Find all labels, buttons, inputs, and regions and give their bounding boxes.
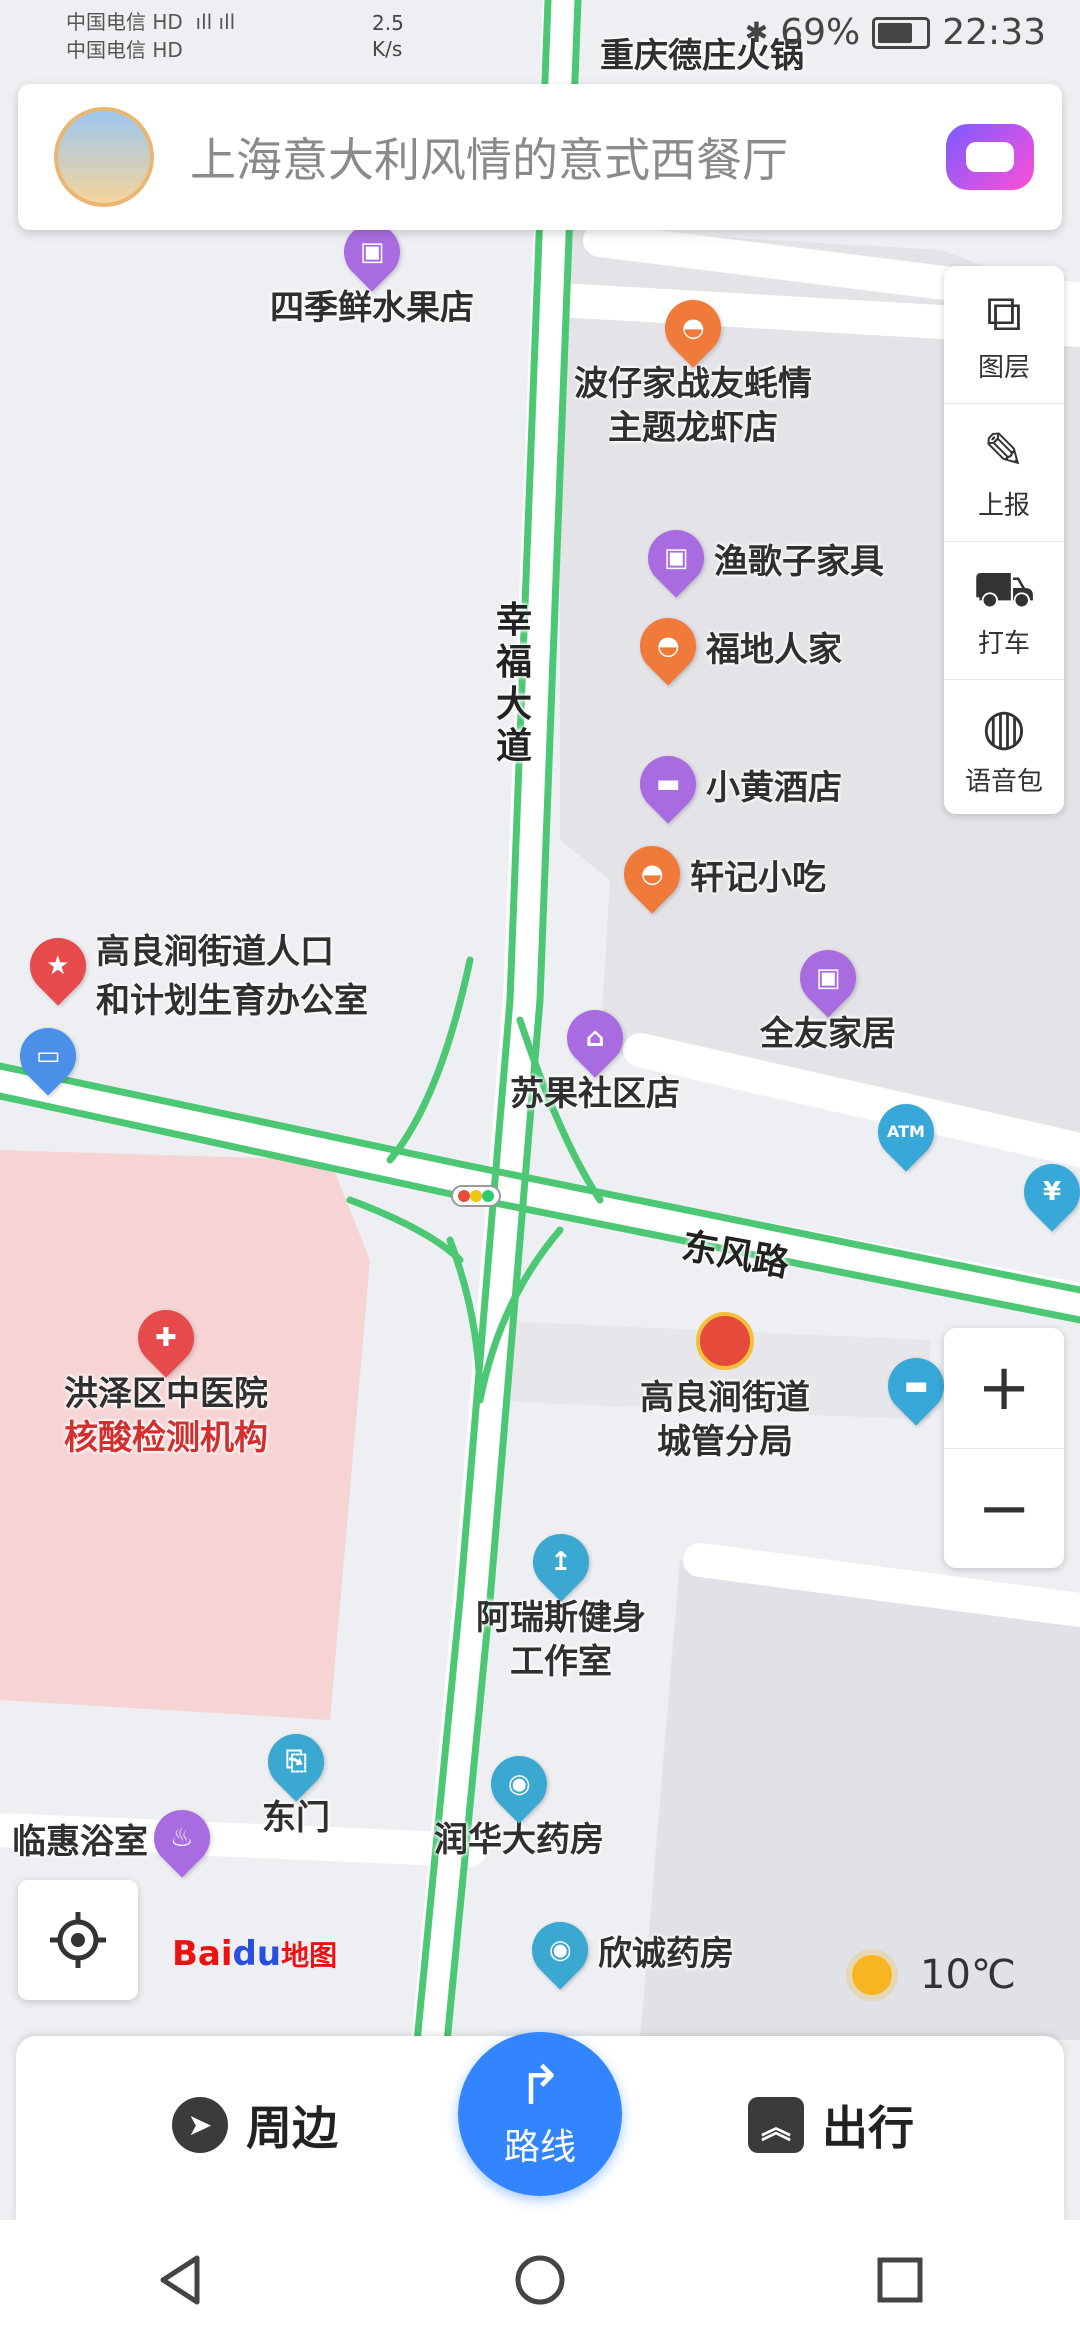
sun-icon <box>852 1955 892 1995</box>
voice-assistant-icon[interactable] <box>946 124 1034 190</box>
poi-xiaohuang-hotel[interactable]: ▬ 小黄酒店 <box>628 744 842 824</box>
poi-linhui-bath[interactable]: ♨ 临惠浴室 <box>12 1798 222 1878</box>
taxi-icon: ⛟ <box>972 560 1036 618</box>
gate-icon: ⎘ <box>256 1722 336 1802</box>
zoom-control: + − <box>944 1328 1064 1568</box>
taxi-button[interactable]: ⛟ 打车 <box>944 542 1064 680</box>
bowl-icon: ◓ <box>653 288 733 368</box>
poi-gym[interactable]: ↥ 阿瑞斯健身 工作室 <box>476 1522 646 1684</box>
report-button[interactable]: ✎ 上报 <box>944 404 1064 542</box>
net-speed: 2.5 K/s <box>372 11 404 61</box>
poi-gaoliang-office[interactable]: ★ 高良涧街道人口 和计划生育办公室 <box>18 924 368 1022</box>
bank-marker[interactable]: ¥ <box>1012 1152 1080 1232</box>
poi-xincheng-pharmacy[interactable]: ◉ 欣诚药房 <box>520 1910 734 1990</box>
map-tool-panel: ⧉ 图层 ✎ 上报 ⛟ 打车 ◍ 语音包 <box>944 266 1064 814</box>
avatar[interactable] <box>54 107 154 207</box>
bus-icon: ▭ <box>8 1016 88 1096</box>
bowl-icon: ◓ <box>612 834 692 914</box>
poi-suguo-store[interactable]: ⌂ 苏果社区店 <box>510 998 680 1116</box>
carrier-info: 中国电信 HD ıll ıll 中国电信 HD <box>66 10 236 62</box>
poi-hospital[interactable]: ✚ 洪泽区中医院 核酸检测机构 <box>64 1298 268 1460</box>
status-right: ✱ 69% 22:33 <box>745 12 1046 53</box>
zoom-out-button[interactable]: − <box>944 1449 1064 1569</box>
recents-square-icon <box>877 2257 923 2303</box>
travel-button[interactable]: ︽ 出行 <box>748 2092 914 2158</box>
poi-quanyou-home[interactable]: ▣ 全友家居 <box>760 938 896 1056</box>
medical-cross-icon: ✚ <box>126 1298 206 1378</box>
home-circle-icon <box>515 2255 565 2305</box>
status-bar: 中国电信 HD ıll ıll 中国电信 HD 2.5 K/s ✱ 69% 22… <box>0 0 1080 80</box>
poi-chengguan[interactable]: 高良涧街道 城管分局 <box>640 1312 810 1464</box>
weather-widget[interactable]: 10℃ <box>852 1952 1016 1998</box>
bowl-icon: ◓ <box>628 606 708 686</box>
poi-siji-fruit[interactable]: ▣ 四季鲜水果店 <box>270 212 474 330</box>
nearby-button[interactable]: ➤ 周边 <box>172 2092 338 2158</box>
compass-icon: ➤ <box>172 2097 228 2153</box>
locate-button[interactable] <box>18 1880 138 2000</box>
poi-xuanji-snack[interactable]: ◓ 轩记小吃 <box>612 834 826 914</box>
battery-percent: 69% <box>780 12 861 53</box>
clock: 22:33 <box>942 12 1046 53</box>
search-placeholder[interactable]: 上海意大利风情的意式西餐厅 <box>190 124 946 190</box>
gym-icon: ↥ <box>521 1522 601 1602</box>
bath-icon: ♨ <box>142 1798 222 1878</box>
emblem-icon <box>696 1312 754 1370</box>
poi-bozai-lobster[interactable]: ◓ 波仔家战友蚝情 主题龙虾店 <box>574 288 812 450</box>
pill-icon: ◉ <box>520 1910 600 1990</box>
crosshair-icon <box>50 1912 106 1968</box>
voice-wave-icon: ◍ <box>982 698 1026 756</box>
edit-icon: ✎ <box>983 422 1025 480</box>
atm-icon: ATM <box>866 1092 946 1172</box>
poi-fudi-restaurant[interactable]: ◓ 福地人家 <box>628 606 842 686</box>
battery-icon <box>872 16 931 49</box>
poi-yuge-furniture[interactable]: ▣ 渔歌子家具 <box>636 518 884 598</box>
atm-marker[interactable]: ATM <box>866 1092 946 1172</box>
basket-icon: ⌂ <box>555 998 635 1078</box>
search-bar[interactable]: 上海意大利风情的意式西餐厅 <box>18 84 1062 230</box>
temperature: 10℃ <box>920 1952 1016 1998</box>
pill-icon: ◉ <box>479 1744 559 1824</box>
shopping-bag-icon: ▣ <box>788 938 868 1018</box>
home-button[interactable] <box>500 2240 580 2320</box>
poi-runhua-pharmacy[interactable]: ◉ 润华大药房 <box>434 1744 604 1862</box>
system-nav-bar <box>0 2220 1080 2340</box>
back-triangle-icon <box>160 2255 200 2305</box>
route-button[interactable]: ↱ 路线 <box>458 2032 622 2196</box>
zoom-in-button[interactable]: + <box>944 1328 1064 1449</box>
bus-stop-marker[interactable]: ▭ <box>8 1016 88 1096</box>
bluetooth-icon: ✱ <box>744 16 769 49</box>
car-service-marker[interactable]: ▬ <box>876 1346 956 1426</box>
poi-dongmen[interactable]: ⎘ 东门 <box>256 1722 336 1840</box>
hospital-sub-label: 核酸检测机构 <box>64 1418 268 1458</box>
road-label-xingfu: 幸福大道 <box>496 600 533 767</box>
back-button[interactable] <box>140 2240 220 2320</box>
baidu-map-logo: Baidu地图 <box>172 1934 338 1974</box>
recents-button[interactable] <box>860 2240 940 2320</box>
chevrons-up-icon: ︽ <box>748 2097 804 2153</box>
layers-button[interactable]: ⧉ 图层 <box>944 266 1064 404</box>
voice-pack-button[interactable]: ◍ 语音包 <box>944 680 1064 817</box>
shopping-bag-icon: ▣ <box>636 518 716 598</box>
layers-icon: ⧉ <box>986 284 1022 342</box>
bed-icon: ▬ <box>628 744 708 824</box>
route-arrow-icon: ↱ <box>517 2054 563 2117</box>
